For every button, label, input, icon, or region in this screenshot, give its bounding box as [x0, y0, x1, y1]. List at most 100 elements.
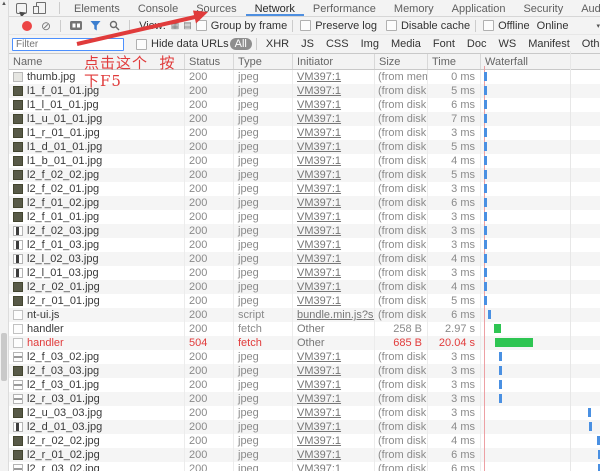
throttling-select[interactable]: Online	[537, 20, 569, 32]
offline-checkbox[interactable]	[483, 20, 494, 31]
tab-memory[interactable]: Memory	[385, 1, 443, 16]
column-header-type[interactable]: Type	[233, 54, 292, 69]
filter-input[interactable]	[12, 38, 124, 51]
table-row[interactable]: l2_r_03_02.jpg200jpegVM397:1(from disk ……	[9, 462, 600, 471]
tab-application[interactable]: Application	[443, 1, 515, 16]
table-row[interactable]: l2_r_01_01.jpg200jpegVM397:1(from disk ……	[9, 294, 600, 308]
table-row[interactable]: l1_l_01_01.jpg200jpegVM397:1(from disk ……	[9, 98, 600, 112]
initiator-link[interactable]: VM397:1	[297, 267, 341, 279]
initiator-link[interactable]: VM397:1	[297, 421, 341, 433]
table-row[interactable]: l2_f_03_01.jpg200jpegVM397:1(from disk ……	[9, 378, 600, 392]
initiator-link[interactable]: VM397:1	[297, 155, 341, 167]
filter-pill-all[interactable]: All	[230, 38, 252, 50]
initiator-link[interactable]: VM397:1	[297, 169, 341, 181]
table-row[interactable]: l2_f_02_03.jpg200jpegVM397:1(from disk ……	[9, 224, 600, 238]
initiator-link[interactable]: VM397:1	[297, 71, 341, 83]
search-icon[interactable]	[109, 20, 120, 31]
tab-console[interactable]: Console	[129, 1, 187, 16]
filter-pill-css[interactable]: CSS	[321, 38, 354, 50]
tab-performance[interactable]: Performance	[304, 1, 385, 16]
record-button[interactable]	[22, 21, 32, 31]
initiator-link[interactable]: VM397:1	[297, 463, 341, 471]
initiator-link[interactable]: bundle.min.js?siteid=…	[297, 309, 374, 321]
initiator-link[interactable]: VM397:1	[297, 253, 341, 265]
table-row[interactable]: l2_r_03_01.jpg200jpegVM397:1(from disk ……	[9, 392, 600, 406]
initiator-link[interactable]: VM397:1	[297, 435, 341, 447]
filter-pill-font[interactable]: Font	[428, 38, 460, 50]
hide-data-urls-checkbox[interactable]	[136, 39, 147, 50]
table-row[interactable]: l2_f_01_02.jpg200jpegVM397:1(from disk ……	[9, 196, 600, 210]
table-row[interactable]: l2_r_01_02.jpg200jpegVM397:1(from disk ……	[9, 448, 600, 462]
scrollbar-thumb[interactable]	[1, 333, 7, 381]
initiator-link[interactable]: VM397:1	[297, 281, 341, 293]
device-toolbar-icon[interactable]	[36, 2, 46, 14]
column-header-status[interactable]: Status	[184, 54, 233, 69]
column-header-time[interactable]: Time	[427, 54, 480, 69]
initiator-link[interactable]: VM397:1	[297, 449, 341, 461]
table-row[interactable]: thumb.jpg200jpegVM397:1(from mem…0 ms	[9, 70, 600, 84]
view-grid-icon[interactable]: ▦	[171, 20, 180, 31]
page-scrollbar[interactable]: ▲	[0, 0, 9, 471]
tab-sources[interactable]: Sources	[187, 1, 245, 16]
table-row[interactable]: l2_d_01_03.jpg200jpegVM397:1(from disk ……	[9, 420, 600, 434]
table-row[interactable]: l2_r_02_01.jpg200jpegVM397:1(from disk ……	[9, 280, 600, 294]
column-header-initiator[interactable]: Initiator	[292, 54, 374, 69]
table-row[interactable]: handler200fetchOther258 B2.97 s	[9, 322, 600, 336]
initiator-link[interactable]: VM397:1	[297, 183, 341, 195]
table-row[interactable]: l2_u_03_03.jpg200jpegVM397:1(from disk ……	[9, 406, 600, 420]
initiator-link[interactable]: VM397:1	[297, 407, 341, 419]
preserve-log-checkbox[interactable]	[300, 20, 311, 31]
column-header-waterfall[interactable]: Waterfall	[480, 54, 600, 69]
tab-network[interactable]: Network	[246, 1, 304, 16]
filter-pill-img[interactable]: Img	[356, 38, 384, 50]
filter-pill-xhr[interactable]: XHR	[261, 38, 294, 50]
initiator-link[interactable]: VM397:1	[297, 225, 341, 237]
filter-pill-media[interactable]: Media	[386, 38, 426, 50]
initiator-link[interactable]: VM397:1	[297, 85, 341, 97]
table-row[interactable]: l2_f_02_01.jpg200jpegVM397:1(from disk ……	[9, 182, 600, 196]
table-row[interactable]: l2_l_02_03.jpg200jpegVM397:1(from disk ……	[9, 252, 600, 266]
scrollbar-up-arrow[interactable]: ▲	[0, 0, 8, 9]
filter-icon[interactable]	[90, 20, 101, 31]
initiator-link[interactable]: VM397:1	[297, 351, 341, 363]
table-row[interactable]: l2_r_02_02.jpg200jpegVM397:1(from disk ……	[9, 434, 600, 448]
table-row[interactable]: l2_f_01_03.jpg200jpegVM397:1(from disk ……	[9, 238, 600, 252]
table-row[interactable]: l1_d_01_01.jpg200jpegVM397:1(from disk ……	[9, 140, 600, 154]
table-row[interactable]: l2_l_01_03.jpg200jpegVM397:1(from disk ……	[9, 266, 600, 280]
initiator-link[interactable]: VM397:1	[297, 393, 341, 405]
chevron-down-icon[interactable]: ▾	[596, 22, 600, 30]
initiator-link[interactable]: VM397:1	[297, 211, 341, 223]
table-row[interactable]: l2_f_03_02.jpg200jpegVM397:1(from disk ……	[9, 350, 600, 364]
initiator-link[interactable]: VM397:1	[297, 197, 341, 209]
table-row[interactable]: l2_f_03_03.jpg200jpegVM397:1(from disk ……	[9, 364, 600, 378]
filter-pill-manifest[interactable]: Manifest	[523, 38, 575, 50]
inspect-element-icon[interactable]	[16, 3, 27, 14]
view-list-icon[interactable]: ▤	[183, 20, 192, 31]
table-row[interactable]: l2_f_02_02.jpg200jpegVM397:1(from disk ……	[9, 168, 600, 182]
filter-pill-ws[interactable]: WS	[493, 38, 521, 50]
tab-elements[interactable]: Elements	[65, 1, 129, 16]
table-row[interactable]: l1_b_01_01.jpg200jpegVM397:1(from disk ……	[9, 154, 600, 168]
column-header-name[interactable]: Name	[9, 54, 184, 69]
group-by-frame-checkbox[interactable]	[196, 20, 207, 31]
column-header-size[interactable]: Size	[374, 54, 427, 69]
initiator-link[interactable]: VM397:1	[297, 239, 341, 251]
clear-icon[interactable]: ⊘	[41, 20, 51, 32]
initiator-link[interactable]: VM397:1	[297, 365, 341, 377]
table-row[interactable]: l1_r_01_01.jpg200jpegVM397:1(from disk ……	[9, 126, 600, 140]
initiator-link[interactable]: VM397:1	[297, 379, 341, 391]
capture-screenshots-icon[interactable]	[70, 21, 82, 30]
table-row[interactable]: handler504fetchOther685 B20.04 s	[9, 336, 600, 350]
filter-pill-doc[interactable]: Doc	[462, 38, 492, 50]
initiator-link[interactable]: VM397:1	[297, 113, 341, 125]
table-row[interactable]: nt-ui.js200scriptbundle.min.js?siteid=…(…	[9, 308, 600, 322]
table-row[interactable]: l1_u_01_01.jpg200jpegVM397:1(from disk ……	[9, 112, 600, 126]
tab-security[interactable]: Security	[514, 1, 572, 16]
initiator-link[interactable]: VM397:1	[297, 127, 341, 139]
table-row[interactable]: l2_f_01_01.jpg200jpegVM397:1(from disk ……	[9, 210, 600, 224]
initiator-link[interactable]: VM397:1	[297, 295, 341, 307]
table-row[interactable]: l1_f_01_01.jpg200jpegVM397:1(from disk ……	[9, 84, 600, 98]
filter-pill-other[interactable]: Other	[577, 38, 600, 50]
initiator-link[interactable]: VM397:1	[297, 99, 341, 111]
disable-cache-checkbox[interactable]	[386, 20, 397, 31]
